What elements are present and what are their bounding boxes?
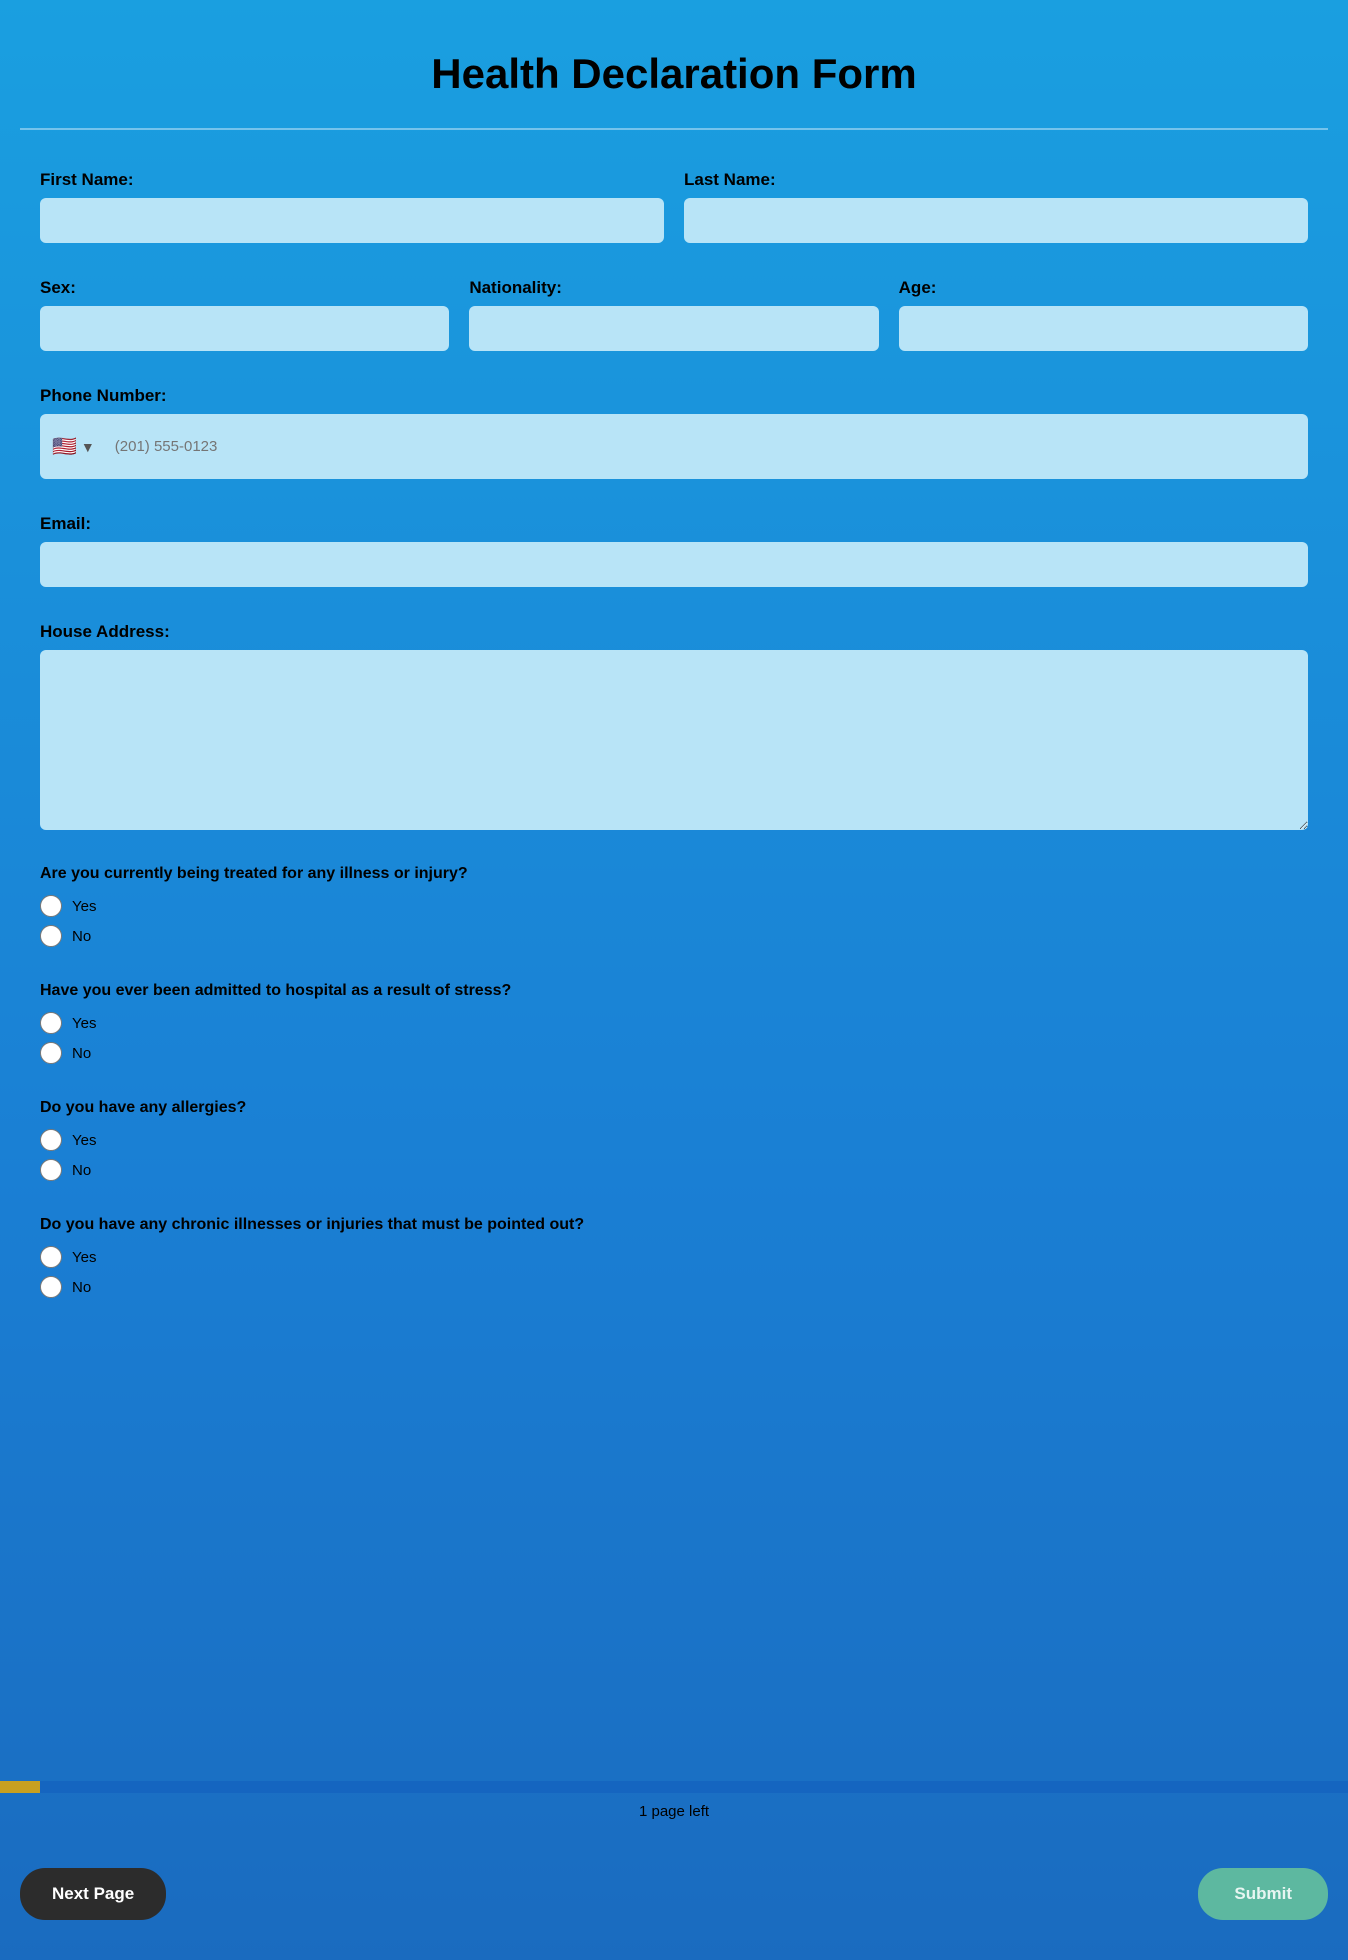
last-name-input[interactable] xyxy=(684,198,1308,243)
age-group: Age: xyxy=(899,278,1308,351)
question-1-no-radio[interactable] xyxy=(40,925,62,947)
nationality-label: Nationality: xyxy=(469,278,878,298)
phone-separator: ▼ xyxy=(81,439,95,455)
sex-group: Sex: xyxy=(40,278,449,351)
nationality-group: Nationality: xyxy=(469,278,878,351)
question-4-yes-label: Yes xyxy=(72,1249,96,1266)
question-4-no-radio[interactable] xyxy=(40,1276,62,1298)
form-content: First Name: Last Name: Sex: Nationality:… xyxy=(20,170,1328,1298)
age-label: Age: xyxy=(899,278,1308,298)
question-3-yes-radio[interactable] xyxy=(40,1129,62,1151)
name-row: First Name: Last Name: xyxy=(40,170,1308,243)
address-group: House Address: xyxy=(40,622,1308,830)
us-flag-icon: 🇺🇸 xyxy=(52,434,77,459)
phone-input[interactable] xyxy=(103,424,1296,469)
question-4-no-label: No xyxy=(72,1279,91,1296)
question-1-text: Are you currently being treated for any … xyxy=(40,865,1308,883)
question-2-no-label: No xyxy=(72,1045,91,1062)
question-3-no-option: No xyxy=(40,1159,1308,1181)
progress-bar-fill xyxy=(0,1781,40,1793)
question-4-text: Do you have any chronic illnesses or inj… xyxy=(40,1216,1308,1234)
progress-bar-track xyxy=(0,1781,1348,1793)
next-page-button[interactable]: Next Page xyxy=(20,1868,166,1920)
question-4-yes-option: Yes xyxy=(40,1246,1308,1268)
question-3-section: Do you have any allergies? Yes No xyxy=(40,1099,1308,1181)
page-wrapper: Health Declaration Form First Name: Last… xyxy=(0,0,1348,1960)
phone-flag: 🇺🇸 ▼ xyxy=(52,434,95,459)
question-1-yes-option: Yes xyxy=(40,895,1308,917)
question-2-yes-radio[interactable] xyxy=(40,1012,62,1034)
submit-button[interactable]: Submit xyxy=(1198,1868,1328,1920)
question-3-yes-option: Yes xyxy=(40,1129,1308,1151)
page-info: 1 page left xyxy=(0,1793,1348,1830)
question-2-no-radio[interactable] xyxy=(40,1042,62,1064)
question-1-yes-radio[interactable] xyxy=(40,895,62,917)
question-1-no-label: No xyxy=(72,928,91,945)
phone-input-wrapper: 🇺🇸 ▼ xyxy=(40,414,1308,479)
first-name-label: First Name: xyxy=(40,170,664,190)
page-title: Health Declaration Form xyxy=(20,30,1328,130)
address-row: House Address: xyxy=(40,622,1308,830)
last-name-label: Last Name: xyxy=(684,170,1308,190)
question-3-no-label: No xyxy=(72,1162,91,1179)
last-name-group: Last Name: xyxy=(684,170,1308,243)
question-3-text: Do you have any allergies? xyxy=(40,1099,1308,1117)
question-4-yes-radio[interactable] xyxy=(40,1246,62,1268)
email-input[interactable] xyxy=(40,542,1308,587)
address-input[interactable] xyxy=(40,650,1308,830)
question-3-yes-label: Yes xyxy=(72,1132,96,1149)
progress-bar-section: 1 page left xyxy=(0,1781,1348,1830)
first-name-group: First Name: xyxy=(40,170,664,243)
demographics-row: Sex: Nationality: Age: xyxy=(40,278,1308,351)
question-1-no-option: No xyxy=(40,925,1308,947)
phone-group: Phone Number: 🇺🇸 ▼ xyxy=(40,386,1308,479)
question-2-no-option: No xyxy=(40,1042,1308,1064)
bottom-actions: Next Page Submit xyxy=(20,1868,1328,1920)
phone-label: Phone Number: xyxy=(40,386,1308,406)
email-row: Email: xyxy=(40,514,1308,587)
question-4-section: Do you have any chronic illnesses or inj… xyxy=(40,1216,1308,1298)
question-2-section: Have you ever been admitted to hospital … xyxy=(40,982,1308,1064)
email-group: Email: xyxy=(40,514,1308,587)
sex-label: Sex: xyxy=(40,278,449,298)
question-1-section: Are you currently being treated for any … xyxy=(40,865,1308,947)
age-input[interactable] xyxy=(899,306,1308,351)
question-2-yes-option: Yes xyxy=(40,1012,1308,1034)
question-4-no-option: No xyxy=(40,1276,1308,1298)
sex-input[interactable] xyxy=(40,306,449,351)
question-3-no-radio[interactable] xyxy=(40,1159,62,1181)
first-name-input[interactable] xyxy=(40,198,664,243)
email-label: Email: xyxy=(40,514,1308,534)
phone-row: Phone Number: 🇺🇸 ▼ xyxy=(40,386,1308,479)
address-label: House Address: xyxy=(40,622,1308,642)
question-1-yes-label: Yes xyxy=(72,898,96,915)
question-2-yes-label: Yes xyxy=(72,1015,96,1032)
question-2-text: Have you ever been admitted to hospital … xyxy=(40,982,1308,1000)
nationality-input[interactable] xyxy=(469,306,878,351)
